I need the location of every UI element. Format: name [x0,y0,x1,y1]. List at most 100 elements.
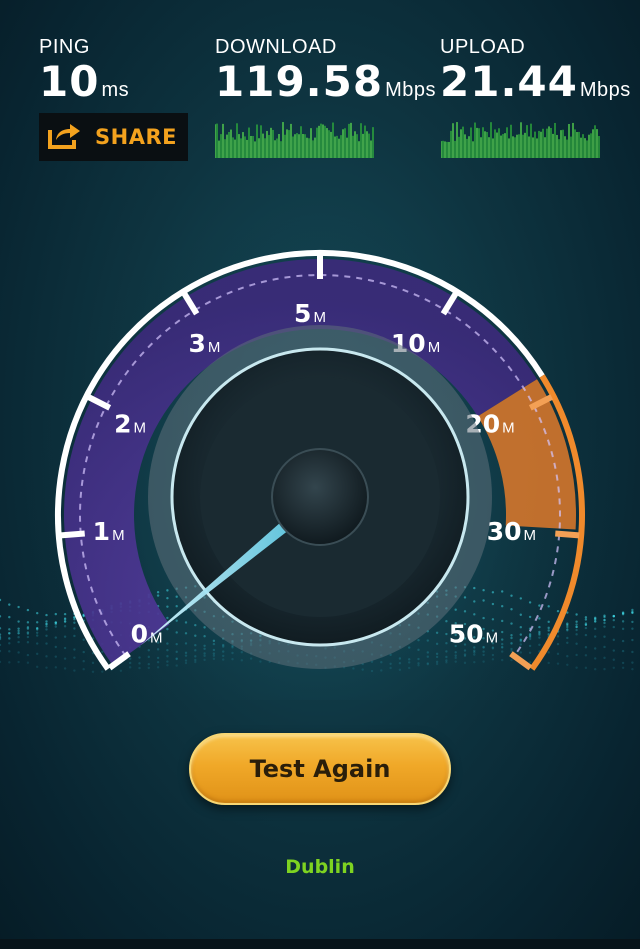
wave-dot [463,596,467,599]
wave-dot [166,605,169,608]
wave-dot [63,635,67,638]
wave-dot [63,618,67,621]
wave-dot [594,647,597,650]
wave-dot [147,649,150,652]
wave-dot [603,621,606,625]
wave-dot [45,623,48,626]
wave-dot [82,668,85,671]
wave-dot [538,633,541,636]
wave-dot [166,660,169,663]
wave-dot [612,625,615,629]
wave-dot [575,628,578,632]
wave-dot [17,640,20,644]
wave-dot [54,612,57,616]
wave-dot [501,638,504,641]
wave-dot [45,620,48,623]
wave-dot [184,651,188,655]
wave-dot [26,635,30,639]
wave-dot [138,656,141,659]
wave-dot [612,618,615,622]
wave-dot [36,631,39,634]
wave-dot [156,660,160,664]
wave-dot [156,594,160,597]
wave-dot [361,668,364,671]
wave-dot [17,605,20,609]
wave-dot [473,653,476,656]
wave-dot [231,651,234,655]
wave-dot [510,658,513,662]
wave-dot [435,652,439,656]
wave-dot [156,666,160,669]
wave-dot [603,635,606,638]
wave-dot [389,662,392,666]
wave-dot [0,598,2,602]
test-again-button[interactable]: Test Again [189,733,451,805]
wave-dot [621,627,625,631]
wave-dot [528,661,532,664]
wave-dot [426,663,429,666]
wave-dot [482,650,485,653]
wave-dot [454,651,457,654]
wave-dot [594,668,597,671]
wave-dot [417,648,420,652]
wave-dot [54,622,57,626]
wave-dot [26,653,30,657]
wave-dot [435,631,439,634]
wave-dot [603,619,606,622]
wave-dot [575,625,578,629]
wave-dot [603,615,606,619]
wave-dot [631,611,634,614]
wave-dot [584,646,588,649]
wave-dot [603,645,606,649]
wave-dot [156,648,160,651]
wave-dot [621,613,625,616]
wave-dot [547,651,550,654]
wave-dot [603,625,606,628]
gauge-hub [271,448,369,546]
wave-dot [212,657,216,661]
wave-dot [398,668,402,671]
wave-dot [612,658,615,661]
wave-dot [352,667,355,670]
wave-dot [175,650,178,654]
wave-dot [547,620,550,624]
wave-dot [408,661,411,664]
wave-dot [435,660,439,664]
wave-dot [203,626,206,629]
wave-dot [36,642,39,645]
wave-dot [538,625,541,629]
wave-dot [519,651,522,654]
wave-dot [566,654,569,658]
wave-dot [594,635,597,638]
wave-dot [584,666,588,670]
wave-dot [194,660,197,664]
wave-dot [249,657,253,660]
wave-dot [594,627,597,631]
wave-dot [380,660,383,664]
wave-dot [212,642,216,646]
wave-dot [575,620,578,623]
wave-dot [445,642,448,645]
wave-dot [445,620,448,623]
wave-dot [129,666,132,669]
wave-dot [17,651,20,654]
wave-dot [519,597,522,600]
wave-dot [575,666,578,669]
wave-dot [82,660,85,663]
wave-dot [8,603,11,606]
wave-dot [8,642,11,645]
wave-dot [212,639,216,643]
wave-dot [538,643,541,647]
wave-dot [194,634,197,637]
wave-dot [454,660,457,663]
wave-dot [0,627,2,630]
wave-dot [166,642,169,645]
wave-dot [426,651,429,654]
wave-dot [380,669,383,672]
wave-dot [408,646,411,649]
wave-dot [631,650,634,654]
wave-dot [240,651,243,654]
wave-dot [203,644,206,648]
wave-dot [184,654,188,657]
wave-dot [408,658,411,661]
